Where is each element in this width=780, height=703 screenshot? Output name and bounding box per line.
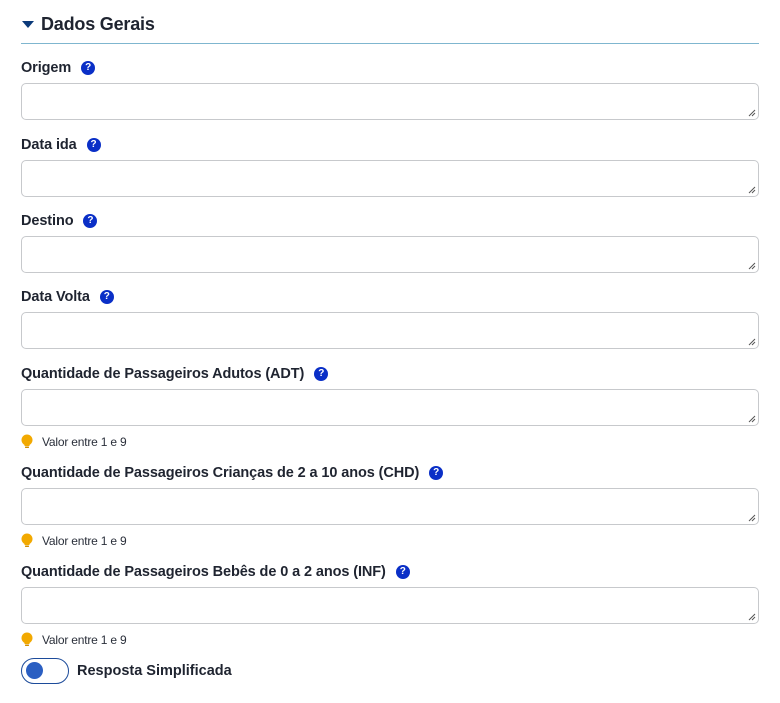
resize-grip-icon[interactable] bbox=[748, 186, 756, 194]
field-label: Data Volta bbox=[21, 289, 90, 305]
section-title: Dados Gerais bbox=[41, 14, 155, 34]
field-passageiros-inf: Quantidade de Passageiros Bebês de 0 a 2… bbox=[21, 563, 759, 648]
toggle-knob bbox=[26, 662, 43, 679]
passageiros-inf-input[interactable] bbox=[21, 587, 759, 624]
form-container: Dados Gerais Origem ? Data ida ? Destino… bbox=[0, 0, 780, 703]
resize-grip-icon[interactable] bbox=[748, 613, 756, 621]
resize-grip-icon[interactable] bbox=[748, 109, 756, 117]
field-passageiros-adt: Quantidade de Passageiros Adutos (ADT) ?… bbox=[21, 365, 759, 450]
section-header-dados-gerais[interactable]: Dados Gerais bbox=[21, 12, 759, 44]
resposta-simplificada-row: Resposta Simplificada bbox=[21, 658, 232, 684]
field-passageiros-chd: Quantidade de Passageiros Crianças de 2 … bbox=[21, 464, 759, 549]
lightbulb-icon bbox=[21, 434, 33, 448]
resposta-simplificada-toggle[interactable] bbox=[21, 658, 69, 684]
field-hint: Valor entre 1 e 9 bbox=[42, 633, 127, 647]
passageiros-adt-input[interactable] bbox=[21, 389, 759, 426]
resize-grip-icon[interactable] bbox=[748, 415, 756, 423]
help-icon[interactable]: ? bbox=[81, 61, 96, 75]
passageiros-chd-input[interactable] bbox=[21, 488, 759, 525]
field-label: Origem bbox=[21, 60, 72, 76]
data-volta-input[interactable] bbox=[21, 312, 759, 349]
field-hint: Valor entre 1 e 9 bbox=[42, 534, 127, 548]
field-label: Quantidade de Passageiros Bebês de 0 a 2… bbox=[21, 564, 386, 580]
help-icon[interactable]: ? bbox=[86, 138, 101, 152]
field-destino: Destino ? bbox=[21, 212, 759, 273]
help-icon[interactable]: ? bbox=[314, 367, 329, 381]
resize-grip-icon[interactable] bbox=[748, 262, 756, 270]
toggle-label: Resposta Simplificada bbox=[77, 663, 232, 679]
help-icon[interactable]: ? bbox=[83, 214, 98, 228]
field-label: Quantidade de Passageiros Crianças de 2 … bbox=[21, 465, 420, 481]
lightbulb-icon bbox=[21, 533, 33, 547]
caret-down-icon[interactable] bbox=[22, 21, 34, 28]
help-icon[interactable]: ? bbox=[99, 290, 114, 304]
help-icon[interactable]: ? bbox=[429, 466, 444, 480]
field-label: Quantidade de Passageiros Adutos (ADT) bbox=[21, 366, 305, 382]
resize-grip-icon[interactable] bbox=[748, 338, 756, 346]
field-data-ida: Data ida ? bbox=[21, 136, 759, 197]
field-label: Data ida bbox=[21, 137, 77, 153]
field-label: Destino bbox=[21, 213, 74, 229]
destino-input[interactable] bbox=[21, 236, 759, 273]
lightbulb-icon bbox=[21, 632, 33, 646]
help-icon[interactable]: ? bbox=[395, 565, 410, 579]
data-ida-input[interactable] bbox=[21, 160, 759, 197]
resize-grip-icon[interactable] bbox=[748, 514, 756, 522]
origem-input[interactable] bbox=[21, 83, 759, 120]
field-data-volta: Data Volta ? bbox=[21, 288, 759, 349]
field-origem: Origem ? bbox=[21, 59, 759, 120]
field-hint: Valor entre 1 e 9 bbox=[42, 435, 127, 449]
